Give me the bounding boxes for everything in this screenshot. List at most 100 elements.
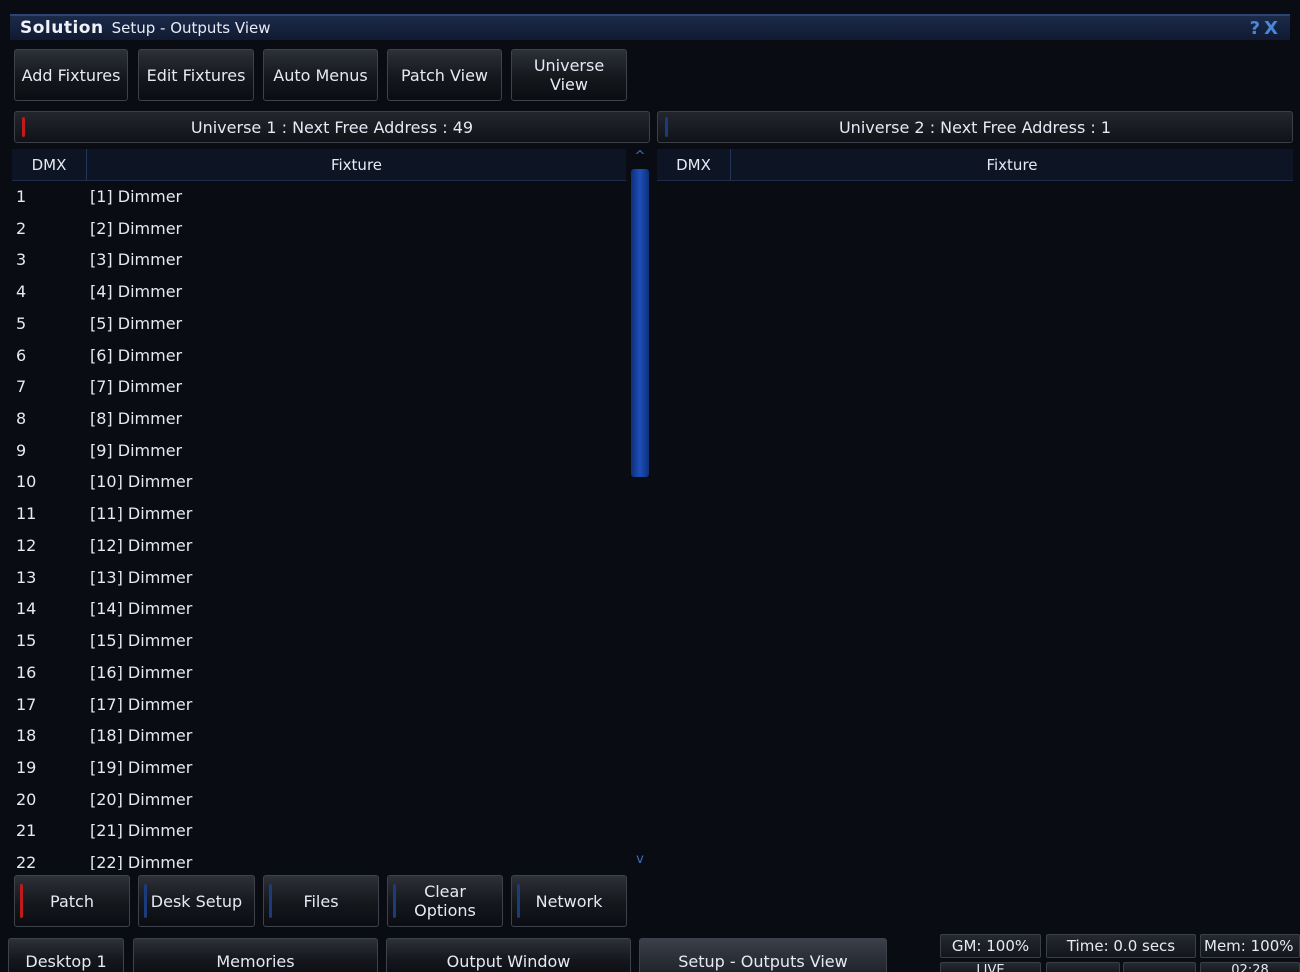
table-row[interactable]: 14 [14] Dimmer: [12, 593, 624, 625]
universe-2-patch-table: [657, 181, 1293, 870]
dmx-address: 1: [16, 187, 27, 206]
fixture-column-header[interactable]: Fixture: [731, 149, 1293, 180]
universe-2-header[interactable]: Universe 2 : Next Free Address : 1: [657, 111, 1293, 143]
patch-view-button[interactable]: Patch View: [387, 49, 502, 101]
window-controls: ?X: [1250, 18, 1282, 39]
fixture-name: [14] Dimmer: [90, 599, 193, 619]
table-row[interactable]: 8 [8] Dimmer: [12, 403, 624, 435]
table-row[interactable]: 2 [2] Dimmer: [12, 213, 624, 245]
taskbar-desktop-1[interactable]: Desktop 1: [8, 938, 124, 972]
table-row[interactable]: 17 [17] Dimmer: [12, 689, 624, 721]
universe-1-column-header: DMX Fixture: [12, 149, 626, 181]
table-row[interactable]: 20 [20] Dimmer: [12, 784, 624, 816]
fixture-name: [12] Dimmer: [90, 535, 193, 555]
table-scrollbar[interactable]: ^ v: [628, 149, 652, 870]
table-row[interactable]: 15 [15] Dimmer: [12, 625, 624, 657]
scroll-down-icon[interactable]: v: [628, 852, 652, 868]
table-row[interactable]: 5 [5] Dimmer: [12, 308, 624, 340]
universe-1-header[interactable]: Universe 1 : Next Free Address : 49: [14, 111, 650, 143]
auto-menus-button[interactable]: Auto Menus: [263, 49, 378, 101]
taskbar-output-window[interactable]: Output Window: [386, 938, 631, 972]
table-row[interactable]: 18 [18] Dimmer: [12, 720, 624, 752]
table-row[interactable]: 19 [19] Dimmer: [12, 752, 624, 784]
dmx-address: 22: [16, 853, 37, 870]
status-slot: [1123, 962, 1196, 972]
dmx-address: 11: [16, 504, 37, 524]
universe-view-label: Universe View: [533, 56, 605, 94]
tab-indicator: [393, 884, 396, 918]
table-row[interactable]: 4 [4] Dimmer: [12, 276, 624, 308]
taskbar-memories[interactable]: Memories: [133, 938, 378, 972]
fixture-name: [13] Dimmer: [90, 567, 193, 587]
fixture-name: [8] Dimmer: [90, 409, 183, 429]
table-row[interactable]: 11 [11] Dimmer: [12, 498, 624, 530]
tab-desk-setup[interactable]: Desk Setup: [138, 875, 255, 927]
taskbar-desktop-1-label: Desktop 1: [25, 952, 107, 971]
scroll-up-icon[interactable]: ^: [628, 149, 652, 165]
tab-indicator: [517, 884, 520, 918]
fixture-name: [10] Dimmer: [90, 472, 193, 492]
dmx-address: 19: [16, 757, 37, 777]
dmx-address: 10: [16, 472, 37, 492]
tab-patch-label: Patch: [50, 891, 94, 911]
fixture-name: [1] Dimmer: [90, 187, 183, 206]
grand-master-status: GM: 100%: [940, 934, 1041, 958]
fixture-name: [2] Dimmer: [90, 218, 183, 238]
dmx-column-header[interactable]: DMX: [657, 149, 730, 180]
universe-2-column-header: DMX Fixture: [657, 149, 1293, 181]
dmx-address: 13: [16, 567, 37, 587]
scroll-thumb[interactable]: [631, 169, 649, 477]
dmx-address: 17: [16, 694, 37, 714]
tab-network[interactable]: Network: [511, 875, 627, 927]
dmx-address: 2: [16, 218, 27, 238]
table-row[interactable]: 21 [21] Dimmer: [12, 815, 624, 847]
dmx-address: 3: [16, 250, 27, 270]
active-indicator: [20, 884, 23, 918]
fixture-name: [3] Dimmer: [90, 250, 183, 270]
taskbar-setup-outputs-view-label: Setup - Outputs View: [678, 952, 848, 971]
tab-patch[interactable]: Patch: [14, 875, 130, 927]
window-title: Setup - Outputs View: [111, 19, 271, 37]
add-fixtures-button[interactable]: Add Fixtures: [14, 49, 128, 101]
help-icon[interactable]: ?: [1250, 18, 1264, 39]
table-row[interactable]: 9 [9] Dimmer: [12, 435, 624, 467]
table-row[interactable]: 12 [12] Dimmer: [12, 530, 624, 562]
add-fixtures-label: Add Fixtures: [21, 65, 121, 85]
fixture-column-header[interactable]: Fixture: [87, 149, 626, 180]
table-row[interactable]: 3 [3] Dimmer: [12, 244, 624, 276]
table-row[interactable]: 1 [1] Dimmer: [12, 181, 624, 213]
table-row[interactable]: 10 [10] Dimmer: [12, 466, 624, 498]
clock-status: 02:28: [1200, 962, 1300, 972]
tab-network-label: Network: [535, 891, 603, 911]
table-row[interactable]: 22 [22] Dimmer: [12, 847, 624, 870]
dmx-address: 8: [16, 409, 27, 429]
fixture-name: [16] Dimmer: [90, 662, 193, 682]
fixture-name: [18] Dimmer: [90, 726, 193, 746]
tab-indicator: [269, 884, 272, 918]
fixture-name: [15] Dimmer: [90, 631, 193, 651]
dmx-address: 4: [16, 282, 27, 302]
dmx-column-header[interactable]: DMX: [12, 149, 86, 180]
table-row[interactable]: 7 [7] Dimmer: [12, 371, 624, 403]
tab-clear-options[interactable]: Clear Options: [387, 875, 503, 927]
universe-view-button[interactable]: Universe View: [511, 49, 627, 101]
table-row[interactable]: 6 [6] Dimmer: [12, 340, 624, 372]
fixture-name: [17] Dimmer: [90, 694, 193, 714]
dmx-address: 9: [16, 440, 27, 460]
live-status: LIVE: [940, 962, 1041, 972]
table-row[interactable]: 16 [16] Dimmer: [12, 657, 624, 689]
fixture-name: [19] Dimmer: [90, 757, 193, 777]
dmx-address: 6: [16, 345, 27, 365]
fixture-name: [21] Dimmer: [90, 821, 193, 841]
close-icon[interactable]: X: [1264, 18, 1282, 39]
taskbar-output-window-label: Output Window: [446, 952, 571, 971]
tab-files[interactable]: Files: [263, 875, 379, 927]
universe-1-patch-table: 1 [1] Dimmer 2 [2] Dimmer 3 [3] Dimmer 4 [4] Di…: [12, 181, 624, 870]
taskbar-setup-outputs-view[interactable]: Setup - Outputs View: [639, 938, 887, 972]
fixture-name: [20] Dimmer: [90, 789, 193, 809]
title-bar: Solution Setup - Outputs View ?X: [10, 14, 1290, 40]
table-row[interactable]: 13 [13] Dimmer: [12, 562, 624, 594]
dmx-address: 20: [16, 789, 37, 809]
tab-files-label: Files: [303, 891, 339, 911]
edit-fixtures-button[interactable]: Edit Fixtures: [138, 49, 254, 101]
